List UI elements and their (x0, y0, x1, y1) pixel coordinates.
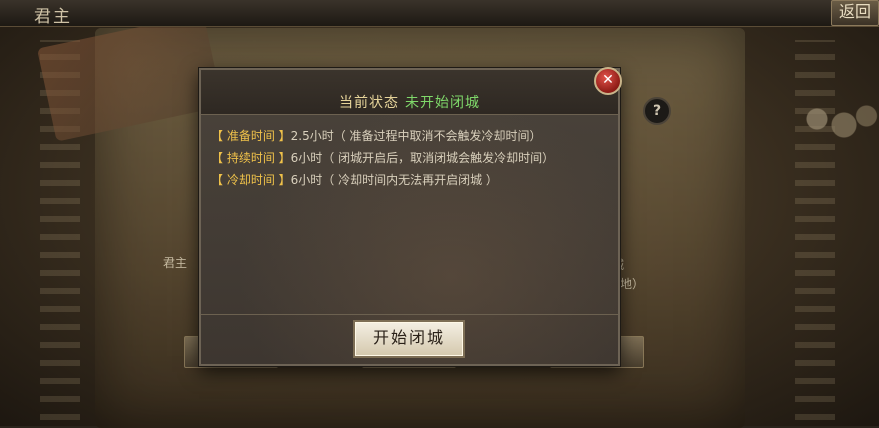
background-label-left: 君主 (163, 256, 188, 270)
entry-duration: 【 持续时间 】6小时（ 闭城开启后，取消闭城会触发冷却时间） (211, 147, 609, 169)
close-icon[interactable]: ✕ (594, 67, 622, 95)
back-button[interactable]: 返回 (831, 0, 879, 26)
dialog-title: 当前状态 未开始闭城 (201, 92, 618, 112)
decorative-coins (790, 95, 879, 155)
entry-cooldown: 【 冷却时间 】6小时（ 冷却时间内无法再开启闭城 ） (211, 169, 609, 191)
entry-label: 【 准备时间 】 (211, 129, 291, 143)
entry-text: 6小时（ 冷却时间内无法再开启闭城 ） (290, 173, 498, 187)
dialog-header: 当前状态 未开始闭城 (201, 70, 618, 115)
page-title: 君主 (34, 7, 72, 27)
entry-label: 【 冷却时间 】 (211, 173, 291, 187)
top-bar: 君主 返回 (0, 0, 879, 27)
entry-text: 6小时（ 闭城开启后，取消闭城会触发冷却时间） (290, 151, 555, 165)
entry-label: 【 持续时间 】 (211, 151, 291, 165)
start-close-city-button[interactable]: 开始闭城 (353, 320, 465, 358)
entry-prepare-time: 【 准备时间 】2.5小时（ 准备过程中取消不会触发冷却时间） (211, 125, 609, 147)
status-value: 未开始闭城 (405, 95, 480, 111)
entry-text: 2.5小时（ 准备过程中取消不会触发冷却时间） (290, 129, 542, 143)
dialog-body: 【 准备时间 】2.5小时（ 准备过程中取消不会触发冷却时间） 【 持续时间 】… (211, 125, 609, 191)
dialog-divider (201, 314, 618, 315)
city-close-dialog: 当前状态 未开始闭城 ✕ 【 准备时间 】2.5小时（ 准备过程中取消不会触发冷却… (199, 67, 622, 366)
status-label: 当前状态 (339, 95, 399, 111)
help-icon[interactable]: ? (643, 97, 671, 125)
